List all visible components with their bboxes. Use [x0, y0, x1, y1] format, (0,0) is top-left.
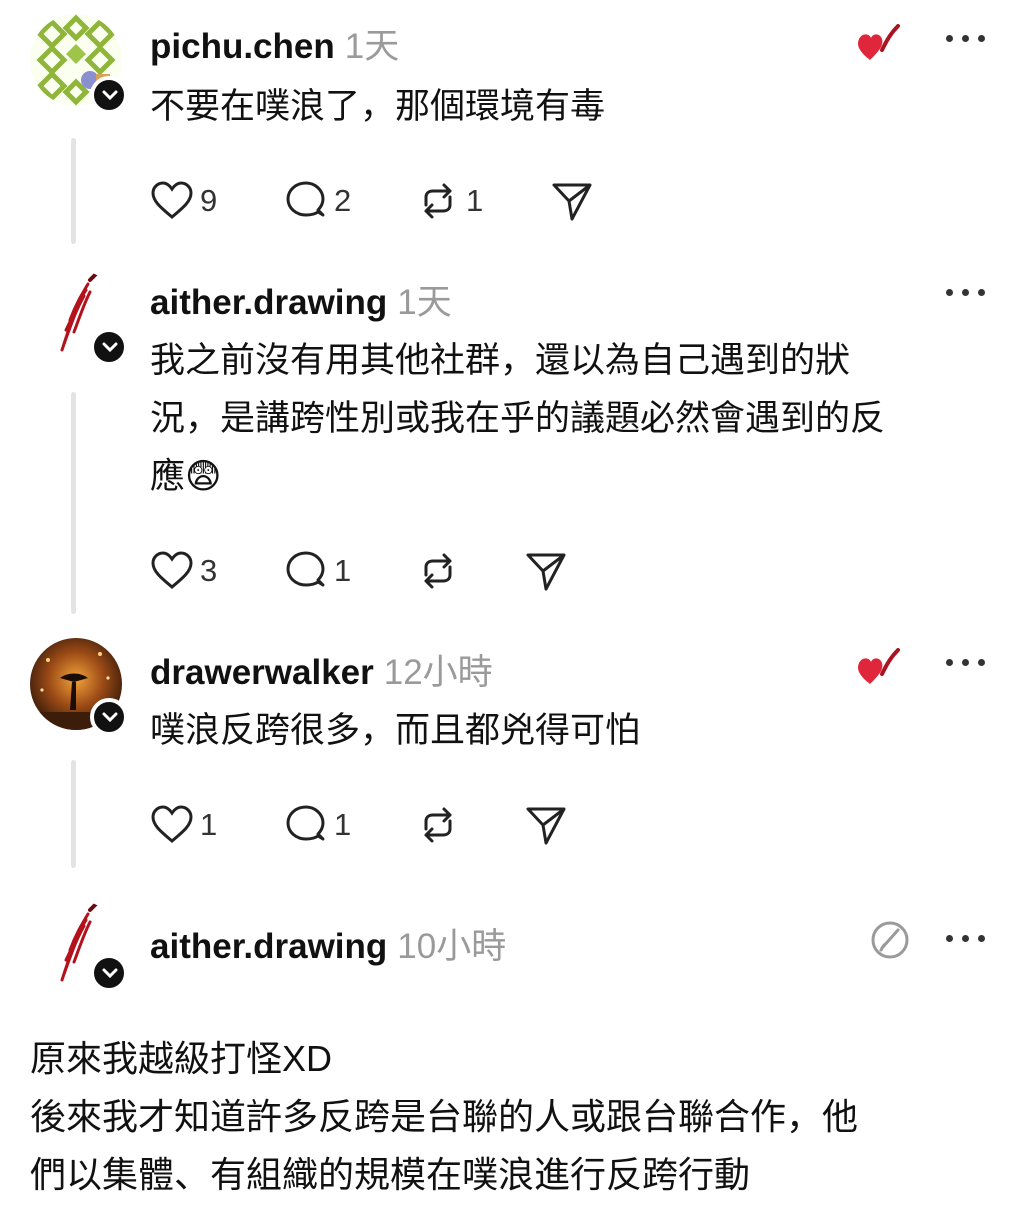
- reply-button[interactable]: 1: [284, 546, 351, 596]
- share-button[interactable]: [550, 176, 594, 226]
- comment-icon: [286, 181, 325, 217]
- comment-icon: [286, 551, 325, 587]
- repost-button[interactable]: [416, 800, 460, 850]
- username-text[interactable]: drawerwalker: [150, 653, 374, 692]
- post-text: 我之前沒有用其他社群，還以為自己遇到的狀 況，是講跨性別或我在乎的議題必然會遇到…: [150, 332, 980, 506]
- like-button[interactable]: 1: [150, 800, 217, 850]
- timestamp: 12小時: [383, 653, 493, 692]
- chevron-down-icon: [102, 968, 118, 979]
- username[interactable]: aither.drawing 1天: [150, 274, 452, 325]
- timestamp: 1天: [344, 27, 400, 66]
- text-line: 噗浪反跨很多，而且都兇得可怕: [150, 711, 641, 750]
- thread-line: [71, 760, 76, 868]
- like-button[interactable]: 9: [150, 176, 217, 226]
- repost-icon: [424, 183, 452, 219]
- text-line: 後來我才知道許多反跨是台聯的人或跟台聯合作，他: [30, 1096, 859, 1137]
- post-text: 原來我越級打怪XD 後來我才知道許多反跨是台聯的人或跟台聯合作，他 們以集體、有…: [30, 1030, 1010, 1204]
- more-icon[interactable]: [944, 32, 988, 46]
- username[interactable]: drawerwalker 12小時: [150, 644, 493, 695]
- share-icon: [552, 183, 592, 221]
- repost-count: 1: [466, 183, 484, 218]
- action-bar: 9 2 1: [150, 176, 750, 226]
- like-count: 3: [200, 553, 218, 588]
- timestamp: 1天: [397, 283, 452, 322]
- chevron-down-icon: [102, 342, 118, 353]
- thread-line: [71, 392, 76, 614]
- follow-badge[interactable]: [90, 954, 128, 992]
- reply-count: 1: [334, 807, 352, 842]
- action-bar: 1 1: [150, 800, 750, 850]
- reply-button[interactable]: 1: [284, 800, 351, 850]
- repost-button[interactable]: 1: [416, 176, 483, 226]
- chevron-down-icon: [102, 90, 118, 101]
- heart-icon: [151, 181, 193, 219]
- post-text: 不要在噗浪了，那個環境有毒: [150, 78, 980, 136]
- timestamp: 10小時: [397, 927, 507, 966]
- edit-icon[interactable]: [868, 918, 912, 962]
- text-line: 原來我越級打怪XD: [30, 1038, 333, 1079]
- username[interactable]: pichu.chen 1天: [150, 18, 399, 69]
- like-count: 1: [200, 807, 218, 842]
- repost-icon: [424, 553, 452, 589]
- share-button[interactable]: [524, 800, 568, 850]
- follow-badge[interactable]: [90, 328, 128, 366]
- text-line: 況，是講跨性別或我在乎的議題必然會遇到的反: [150, 399, 886, 438]
- like-button[interactable]: 3: [150, 546, 217, 596]
- share-button[interactable]: [524, 546, 568, 596]
- more-icon[interactable]: [944, 932, 988, 946]
- text-line: 不要在噗浪了，那個環境有毒: [150, 87, 606, 126]
- like-count: 9: [200, 183, 218, 218]
- heart-icon: [151, 805, 193, 843]
- reply-button[interactable]: 2: [284, 176, 351, 226]
- comment-icon: [286, 805, 325, 841]
- username-text[interactable]: aither.drawing: [150, 283, 387, 322]
- liked-by-author-icon: [858, 24, 900, 60]
- username-text[interactable]: aither.drawing: [150, 927, 387, 966]
- share-icon: [526, 553, 566, 591]
- follow-badge[interactable]: [90, 698, 128, 736]
- thread-line: [71, 138, 76, 244]
- follow-badge[interactable]: [90, 76, 128, 114]
- action-bar: 3 1: [150, 546, 750, 596]
- reply-count: 2: [334, 183, 352, 218]
- text-line: 我之前沒有用其他社群，還以為自己遇到的狀: [150, 341, 851, 380]
- liked-by-author-icon: [858, 648, 900, 684]
- username-text[interactable]: pichu.chen: [150, 27, 335, 66]
- post-text: 噗浪反跨很多，而且都兇得可怕: [150, 702, 980, 760]
- text-line: 應😨: [150, 457, 222, 496]
- share-icon: [526, 807, 566, 845]
- repost-button[interactable]: [416, 546, 460, 596]
- text-line: 們以集體、有組織的規模在噗浪進行反跨行動: [30, 1154, 751, 1195]
- more-icon[interactable]: [944, 286, 988, 300]
- repost-icon: [424, 807, 452, 843]
- username[interactable]: aither.drawing 10小時: [150, 918, 506, 969]
- reply-count: 1: [334, 553, 352, 588]
- more-icon[interactable]: [944, 656, 988, 670]
- chevron-down-icon: [102, 712, 118, 723]
- heart-icon: [151, 551, 193, 589]
